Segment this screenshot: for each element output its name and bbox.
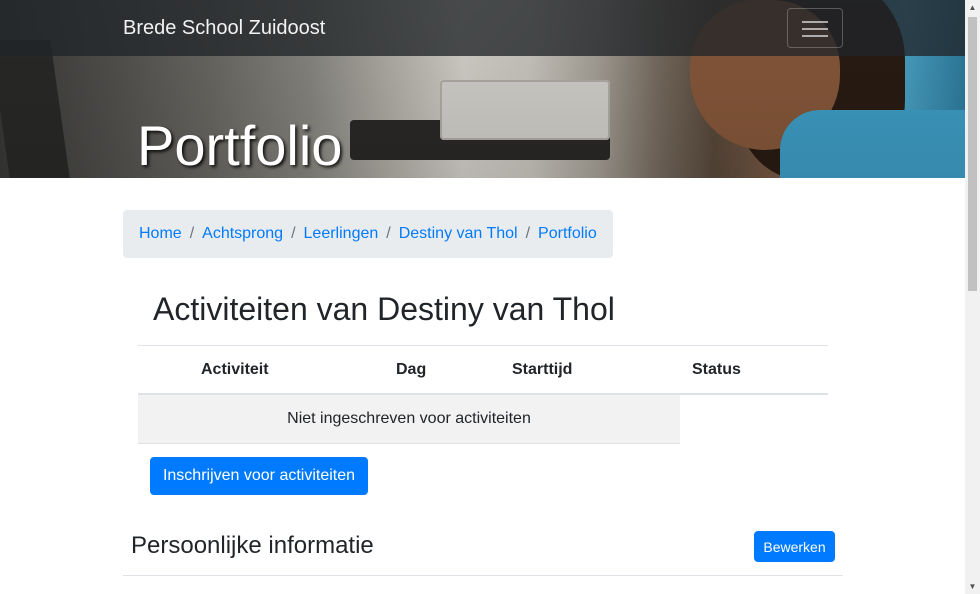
scroll-up-icon[interactable]: ▲ (965, 0, 980, 15)
column-header-status: Status (692, 361, 741, 378)
table-row: Niet ingeschreven voor activiteiten (138, 395, 828, 445)
breadcrumb-item-student[interactable]: Destiny van Thol (399, 225, 518, 243)
breadcrumb-separator: / (386, 225, 391, 242)
page: Portfolio Brede School Zuidoost Home / A… (0, 0, 965, 594)
section-divider (123, 575, 843, 576)
breadcrumb-separator: / (525, 225, 531, 242)
table-cell-empty (680, 395, 828, 444)
hamburger-icon-line (802, 28, 828, 30)
hamburger-icon-line (802, 35, 828, 37)
table-header: Activiteit Dag Starttijd Status (138, 345, 828, 395)
hero-title: Portfolio (137, 114, 343, 177)
breadcrumb: Home / Achtsprong / Leerlingen / Destiny… (123, 210, 613, 258)
column-header-activiteit: Activiteit (201, 361, 269, 378)
breadcrumb-item-achtsprong[interactable]: Achtsprong (202, 225, 283, 243)
activities-heading: Activiteiten van Destiny van Thol (153, 291, 615, 327)
hamburger-icon (802, 21, 828, 23)
navbar-brand[interactable]: Brede School Zuidoost (123, 16, 325, 40)
enroll-activities-button[interactable]: Inschrijven voor activiteiten (150, 457, 368, 495)
personal-info-heading: Persoonlijke informatie (131, 532, 374, 559)
vertical-scrollbar[interactable]: ▲ ▼ (965, 0, 980, 594)
breadcrumb-item-leerlingen[interactable]: Leerlingen (304, 225, 379, 243)
navbar-toggler-button[interactable] (787, 8, 843, 48)
empty-message: Niet ingeschreven voor activiteiten (138, 395, 680, 444)
edit-button[interactable]: Bewerken (754, 531, 835, 562)
breadcrumb-item-portfolio[interactable]: Portfolio (538, 225, 597, 243)
scrollbar-thumb[interactable] (968, 17, 977, 291)
activities-table: Activiteit Dag Starttijd Status Niet ing… (138, 345, 828, 445)
breadcrumb-separator: / (189, 225, 195, 242)
column-header-starttijd: Starttijd (512, 361, 573, 378)
breadcrumb-item-home[interactable]: Home (139, 225, 182, 243)
navbar: Brede School Zuidoost (0, 0, 965, 56)
scroll-down-icon[interactable]: ▼ (965, 579, 980, 594)
column-header-dag: Dag (396, 361, 427, 378)
breadcrumb-separator: / (291, 225, 296, 242)
